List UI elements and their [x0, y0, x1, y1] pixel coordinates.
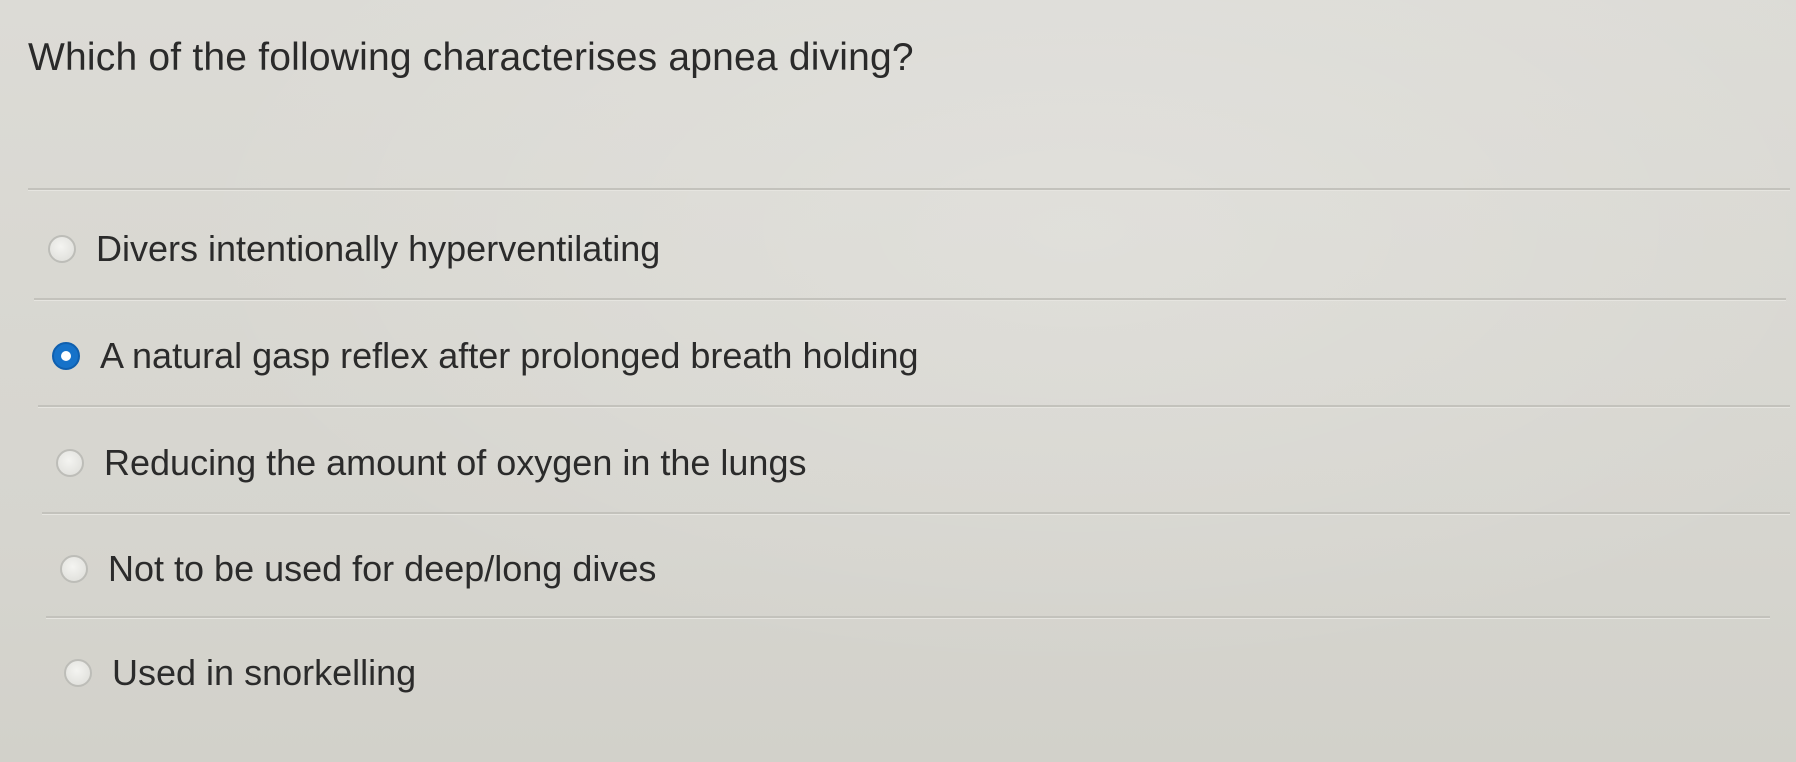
divider: [28, 188, 1790, 191]
answer-option-1[interactable]: Divers intentionally hyperventilating: [48, 228, 660, 270]
answer-option-5[interactable]: Used in snorkelling: [64, 652, 416, 694]
divider: [34, 298, 1786, 301]
answer-option-2[interactable]: A natural gasp reflex after prolonged br…: [52, 335, 919, 377]
divider: [38, 405, 1790, 408]
answer-option-4[interactable]: Not to be used for deep/long dives: [60, 548, 656, 590]
divider: [46, 616, 1770, 619]
question-text: Which of the following characterises apn…: [28, 36, 914, 79]
option-label: Used in snorkelling: [112, 652, 417, 693]
radio-button-selected[interactable]: [52, 342, 80, 370]
option-label: A natural gasp reflex after prolonged br…: [100, 335, 919, 376]
divider: [42, 512, 1790, 515]
page-background: [0, 0, 1796, 762]
option-label: Divers intentionally hyperventilating: [96, 228, 661, 269]
radio-button[interactable]: [48, 235, 76, 263]
option-label: Reducing the amount of oxygen in the lun…: [104, 442, 807, 483]
radio-button[interactable]: [60, 555, 88, 583]
radio-button[interactable]: [64, 659, 92, 687]
answer-option-3[interactable]: Reducing the amount of oxygen in the lun…: [56, 442, 806, 484]
radio-button[interactable]: [56, 449, 84, 477]
option-label: Not to be used for deep/long dives: [108, 548, 657, 589]
